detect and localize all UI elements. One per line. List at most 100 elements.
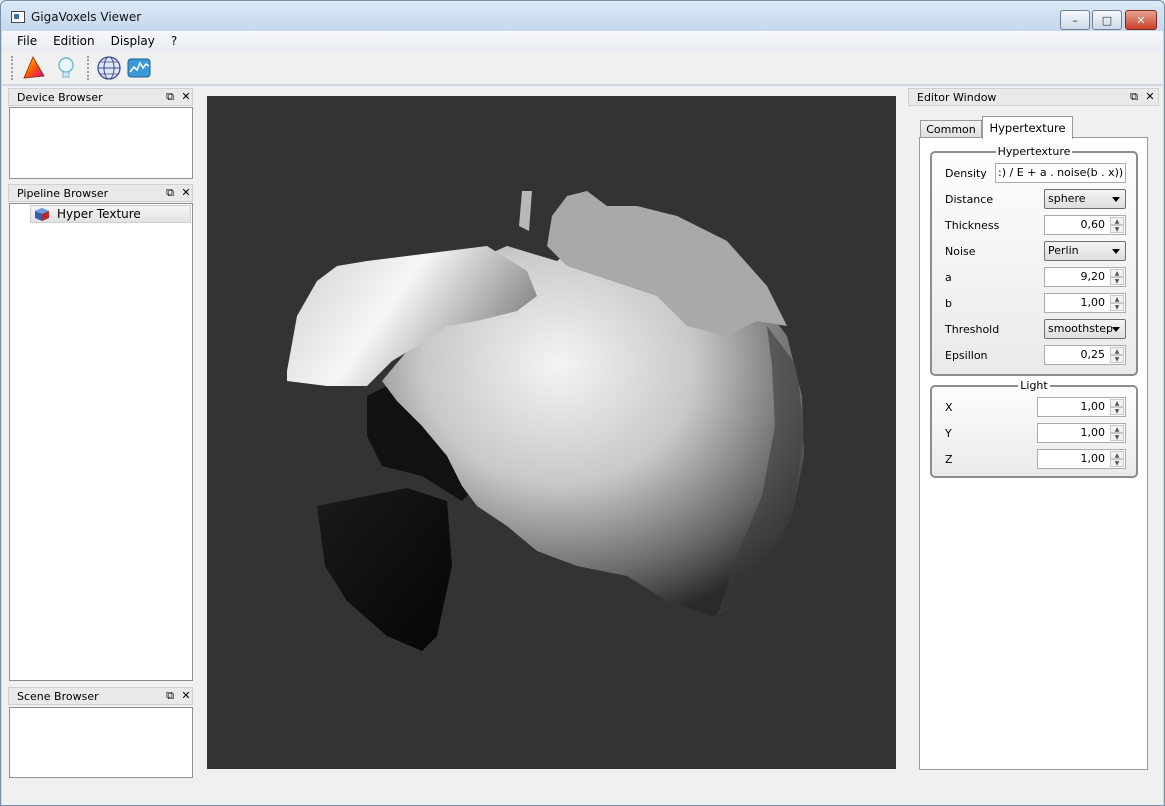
toolbar-grip[interactable]	[87, 56, 90, 80]
noise-label: Noise	[945, 245, 976, 258]
a-value: 9,20	[1080, 270, 1106, 283]
menu-display[interactable]: Display	[103, 34, 163, 48]
cube-icon	[35, 208, 49, 221]
float-icon[interactable]: ⧉	[1127, 90, 1141, 104]
b-spinbox[interactable]: 1,00 ▲ ▼	[1044, 293, 1126, 313]
spin-down-icon[interactable]: ▼	[1110, 407, 1124, 415]
light-x-label: X	[945, 401, 953, 414]
close-icon[interactable]: ✕	[179, 689, 193, 703]
menu-file[interactable]: File	[2, 34, 45, 48]
spin-up-icon[interactable]: ▲	[1110, 425, 1124, 433]
globe-icon[interactable]	[96, 55, 122, 81]
title-bar[interactable]: GigaVoxels Viewer – □ ✕	[1, 1, 1164, 31]
hypertexture-render	[287, 191, 804, 651]
spin-down-icon[interactable]: ▼	[1110, 277, 1124, 285]
noise-value: Perlin	[1048, 244, 1079, 257]
pipeline-browser-panel[interactable]: Hyper Texture	[9, 203, 193, 681]
light-y-value: 1,00	[1080, 426, 1106, 439]
light-y-spinbox[interactable]: 1,00 ▲ ▼	[1037, 423, 1126, 443]
close-icon[interactable]: ✕	[179, 186, 193, 200]
spin-up-icon[interactable]: ▲	[1110, 217, 1124, 225]
light-bulb-icon[interactable]	[53, 55, 79, 81]
tree-item-label: Hyper Texture	[57, 207, 141, 221]
thickness-label: Thickness	[945, 219, 1000, 232]
hypertexture-tab-panel: Hypertexture Density :) / E + a . noise(…	[919, 137, 1148, 770]
pipeline-browser-titlebar[interactable]: Pipeline Browser ⧉ ✕	[8, 184, 193, 202]
minimize-button[interactable]: –	[1060, 10, 1090, 30]
transfer-function-icon[interactable]	[126, 55, 152, 81]
spin-up-icon[interactable]: ▲	[1110, 295, 1124, 303]
spin-up-icon[interactable]: ▲	[1110, 451, 1124, 459]
menu-bar: File Edition Display ?	[2, 31, 1163, 51]
light-z-spinbox[interactable]: 1,00 ▲ ▼	[1037, 449, 1126, 469]
thickness-spinbox[interactable]: 0,60 ▲ ▼	[1044, 215, 1126, 235]
editor-window-titlebar[interactable]: Editor Window ⧉ ✕	[908, 88, 1159, 106]
chevron-down-icon	[1112, 197, 1120, 202]
maximize-button[interactable]: □	[1092, 10, 1122, 30]
density-label: Density	[945, 167, 987, 180]
epsillon-label: Epsillon	[945, 349, 988, 362]
menu-help[interactable]: ?	[163, 34, 185, 48]
scene-browser-titlebar[interactable]: Scene Browser ⧉ ✕	[8, 687, 193, 705]
distance-label: Distance	[945, 193, 994, 206]
toolbar	[2, 51, 1163, 85]
pipeline-browser-title: Pipeline Browser	[17, 187, 109, 200]
float-icon[interactable]: ⧉	[163, 689, 177, 703]
threshold-select[interactable]: smoothstep	[1044, 319, 1126, 339]
distance-select[interactable]: sphere	[1044, 189, 1126, 209]
float-icon[interactable]: ⧉	[163, 186, 177, 200]
spin-down-icon[interactable]: ▼	[1110, 303, 1124, 311]
light-y-label: Y	[945, 427, 952, 440]
epsillon-spinbox[interactable]: 0,25 ▲ ▼	[1044, 345, 1126, 365]
spin-down-icon[interactable]: ▼	[1110, 355, 1124, 363]
a-spinbox[interactable]: 9,20 ▲ ▼	[1044, 267, 1126, 287]
chevron-down-icon	[1112, 249, 1120, 254]
menu-edition[interactable]: Edition	[45, 34, 103, 48]
device-browser-panel[interactable]	[9, 107, 193, 179]
light-z-label: Z	[945, 453, 953, 466]
shader-palette-icon[interactable]	[21, 55, 47, 81]
light-z-value: 1,00	[1080, 452, 1106, 465]
editor-window-title: Editor Window	[917, 91, 997, 104]
hypertexture-group: Hypertexture Density :) / E + a . noise(…	[930, 145, 1138, 376]
light-group: Light X 1,00 ▲ ▼ Y 1,00 ▲ ▼ Z 1,00 ▲ ▼	[930, 379, 1138, 478]
b-value: 1,00	[1080, 296, 1106, 309]
spin-down-icon[interactable]: ▼	[1110, 433, 1124, 441]
thickness-value: 0,60	[1080, 218, 1106, 231]
device-browser-title: Device Browser	[17, 91, 103, 104]
hypertexture-group-title: Hypertexture	[995, 145, 1073, 158]
b-label: b	[945, 297, 952, 310]
close-icon[interactable]: ✕	[1143, 90, 1157, 104]
light-group-title: Light	[1018, 379, 1050, 392]
chevron-down-icon	[1112, 327, 1120, 332]
density-field[interactable]: :) / E + a . noise(b . x))	[995, 163, 1126, 183]
window-title: GigaVoxels Viewer	[31, 10, 142, 24]
spin-down-icon[interactable]: ▼	[1110, 225, 1124, 233]
tab-hypertexture[interactable]: Hypertexture	[982, 116, 1073, 139]
a-label: a	[945, 271, 952, 284]
light-x-spinbox[interactable]: 1,00 ▲ ▼	[1037, 397, 1126, 417]
noise-select[interactable]: Perlin	[1044, 241, 1126, 261]
toolbar-grip[interactable]	[11, 56, 14, 80]
close-button[interactable]: ✕	[1125, 10, 1157, 30]
status-bar	[2, 799, 1163, 805]
scene-browser-title: Scene Browser	[17, 690, 99, 703]
spin-up-icon[interactable]: ▲	[1110, 347, 1124, 355]
main-window: GigaVoxels Viewer – □ ✕ File Edition Dis…	[0, 0, 1165, 806]
threshold-label: Threshold	[945, 323, 1000, 336]
render-viewport[interactable]	[207, 96, 896, 769]
tree-item-hyper-texture[interactable]: Hyper Texture	[30, 205, 191, 223]
spin-down-icon[interactable]: ▼	[1110, 459, 1124, 467]
scene-browser-panel[interactable]	[9, 707, 193, 778]
close-icon[interactable]: ✕	[179, 90, 193, 104]
app-icon	[11, 11, 25, 23]
epsillon-value: 0,25	[1080, 348, 1106, 361]
spin-up-icon[interactable]: ▲	[1110, 269, 1124, 277]
device-browser-titlebar[interactable]: Device Browser ⧉ ✕	[8, 88, 193, 106]
threshold-value: smoothstep	[1048, 322, 1113, 335]
client-area: Device Browser ⧉ ✕ Pipeline Browser ⧉ ✕ …	[2, 86, 1163, 799]
spin-up-icon[interactable]: ▲	[1110, 399, 1124, 407]
light-x-value: 1,00	[1080, 400, 1106, 413]
float-icon[interactable]: ⧉	[163, 90, 177, 104]
distance-value: sphere	[1048, 192, 1086, 205]
